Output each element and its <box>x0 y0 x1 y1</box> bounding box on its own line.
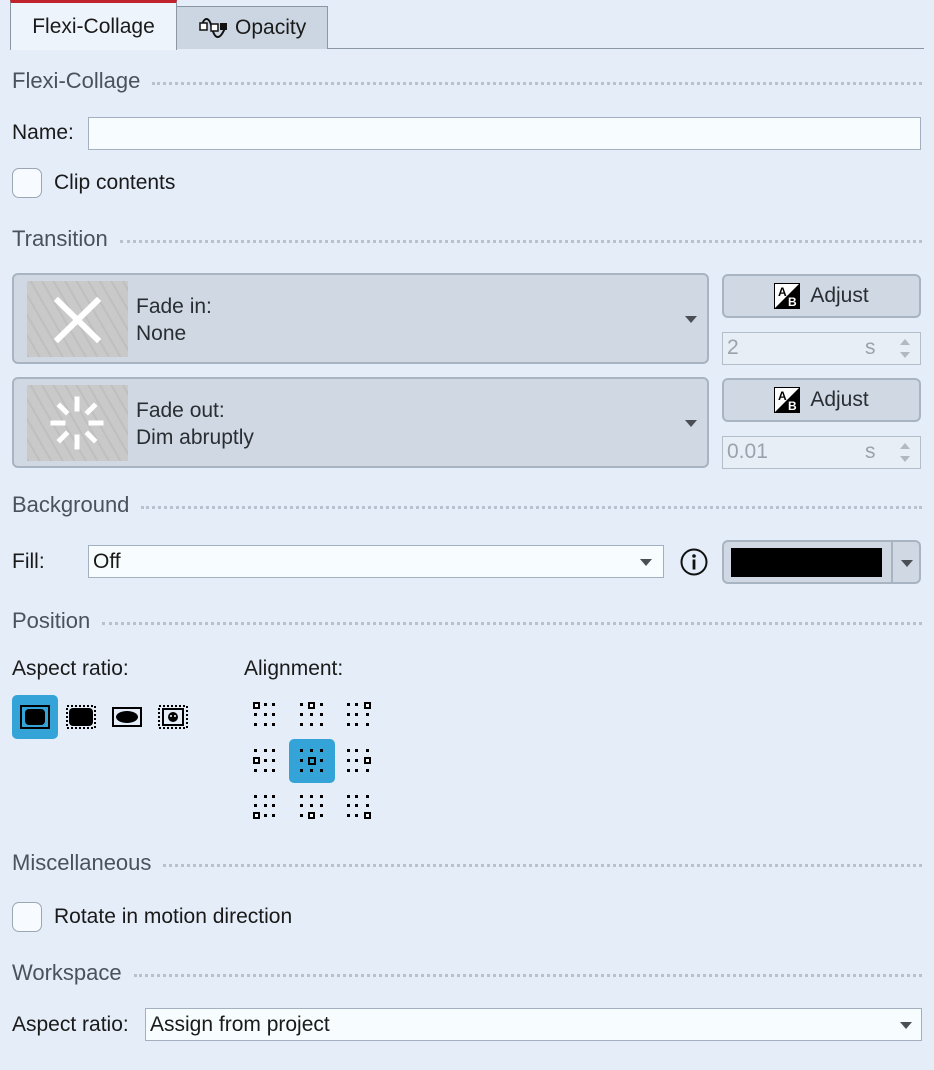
section-transition: Transition <box>12 224 922 254</box>
align-top-left-button[interactable] <box>243 693 289 737</box>
align-middle-left-button[interactable] <box>243 739 289 783</box>
align-bottom-right-icon <box>347 795 371 819</box>
section-flexi-collage: Flexi-Collage <box>12 66 922 96</box>
section-position: Position <box>12 606 922 636</box>
color-picker-button[interactable] <box>722 540 893 584</box>
aspect-stretch-button[interactable] <box>104 695 150 739</box>
burst-icon <box>50 396 104 450</box>
section-workspace-title: Workspace <box>12 960 122 985</box>
alignment-label: Alignment: <box>244 657 344 680</box>
aspect-stretch-icon <box>112 707 142 727</box>
fill-label: Fill: <box>12 550 45 573</box>
align-top-right-icon <box>347 702 371 726</box>
spin-down-icon[interactable] <box>900 456 910 462</box>
tab-opacity[interactable]: Opacity <box>176 6 328 49</box>
color-dropdown-button[interactable] <box>891 540 921 584</box>
fill-select-value: Off <box>93 549 121 573</box>
align-center-button[interactable] <box>289 739 335 783</box>
svg-text:A: A <box>778 285 787 299</box>
svg-text:A: A <box>778 389 787 403</box>
fade-in-selector[interactable]: Fade in: None <box>12 273 709 364</box>
fade-in-adjust-button[interactable]: A B Adjust <box>722 274 921 318</box>
fade-out-duration-value: 0.01 <box>727 440 768 463</box>
fade-out-duration-stepper[interactable]: 0.01 s <box>722 436 921 469</box>
section-transition-title: Transition <box>12 226 108 251</box>
align-top-right-button[interactable] <box>336 693 382 737</box>
align-bottom-right-button[interactable] <box>336 785 382 829</box>
fade-in-duration-unit: s <box>865 336 876 359</box>
section-position-title: Position <box>12 608 91 633</box>
tab-flexi-collage-label: Flexi-Collage <box>32 14 155 38</box>
ab-transition-icon: A B <box>774 387 801 413</box>
color-swatch <box>731 548 882 577</box>
tab-flexi-collage[interactable]: Flexi-Collage <box>10 0 177 50</box>
fade-in-adjust-label: Adjust <box>810 284 869 307</box>
chevron-down-icon <box>685 316 697 323</box>
clip-contents-label: Clip contents <box>54 171 176 194</box>
align-bottom-center-icon <box>300 795 323 819</box>
fade-in-title: Fade in: <box>136 295 212 318</box>
align-middle-left-icon <box>253 749 275 772</box>
chevron-down-icon <box>900 1022 912 1029</box>
align-middle-right-icon <box>347 749 371 772</box>
aspect-original-icon <box>158 705 188 729</box>
align-top-center-button[interactable] <box>289 693 335 737</box>
workspace-aspect-label: Aspect ratio: <box>12 1013 129 1036</box>
fade-in-thumbnail <box>27 281 128 357</box>
fade-in-duration-stepper[interactable]: 2 s <box>722 332 921 365</box>
fade-out-selector[interactable]: Fade out: Dim abruptly <box>12 377 709 468</box>
aspect-fill-icon <box>66 705 96 729</box>
opacity-curve-icon <box>199 18 227 38</box>
spin-up-icon[interactable] <box>900 443 910 449</box>
fade-in-duration-value: 2 <box>727 336 739 359</box>
workspace-aspect-select[interactable]: Assign from project <box>145 1008 922 1041</box>
fade-out-duration-unit: s <box>865 440 876 463</box>
section-workspace: Workspace <box>12 958 922 988</box>
chevron-down-icon <box>640 559 652 566</box>
aspect-fit-icon <box>20 705 50 729</box>
fill-select[interactable]: Off <box>88 545 664 578</box>
aspect-fill-button[interactable] <box>58 695 104 739</box>
rotate-motion-checkbox[interactable] <box>12 902 42 932</box>
tab-opacity-label: Opacity <box>235 16 307 39</box>
clip-contents-checkbox[interactable] <box>12 168 42 198</box>
svg-text:B: B <box>788 295 797 309</box>
section-miscellaneous: Miscellaneous <box>12 848 922 878</box>
aspect-fit-button[interactable] <box>12 695 58 739</box>
section-flexi-collage-title: Flexi-Collage <box>12 68 141 93</box>
section-background-title: Background <box>12 492 130 517</box>
align-top-center-icon <box>300 702 323 726</box>
section-miscellaneous-title: Miscellaneous <box>12 850 152 875</box>
spin-up-icon[interactable] <box>900 339 910 345</box>
rotate-motion-label: Rotate in motion direction <box>54 905 293 928</box>
chevron-down-icon <box>685 420 697 427</box>
svg-text:B: B <box>788 399 797 413</box>
workspace-aspect-value: Assign from project <box>150 1012 330 1036</box>
name-input[interactable] <box>88 117 921 150</box>
spin-down-icon[interactable] <box>900 352 910 358</box>
aspect-ratio-label: Aspect ratio: <box>12 657 129 680</box>
align-bottom-left-icon <box>253 795 275 819</box>
fade-out-adjust-button[interactable]: A B Adjust <box>722 378 921 422</box>
ab-transition-icon: A B <box>774 283 801 309</box>
info-icon[interactable] <box>679 547 709 577</box>
align-bottom-left-button[interactable] <box>243 785 289 829</box>
aspect-original-button[interactable] <box>150 695 196 739</box>
section-background: Background <box>12 490 922 520</box>
fade-out-thumbnail <box>27 385 128 461</box>
align-center-icon <box>300 749 323 772</box>
align-middle-right-button[interactable] <box>336 739 382 783</box>
align-bottom-center-button[interactable] <box>289 785 335 829</box>
fade-out-title: Fade out: <box>136 399 225 422</box>
fade-out-adjust-label: Adjust <box>810 388 869 411</box>
chevron-down-icon <box>901 560 913 567</box>
name-label: Name: <box>12 121 74 144</box>
x-icon <box>53 296 102 344</box>
fade-in-value: None <box>136 322 187 345</box>
fade-out-value: Dim abruptly <box>136 426 254 449</box>
align-top-left-icon <box>253 702 275 726</box>
